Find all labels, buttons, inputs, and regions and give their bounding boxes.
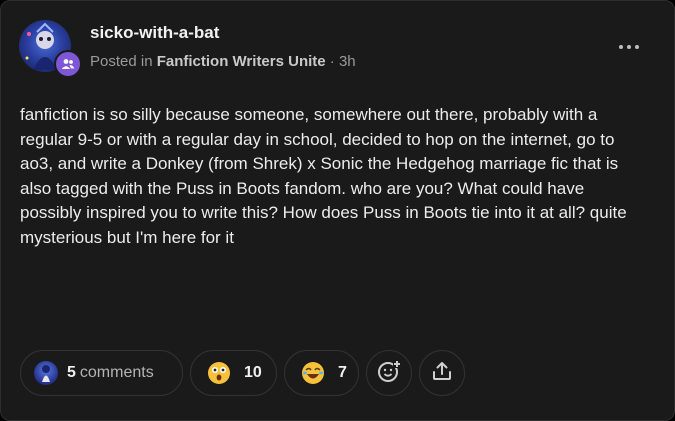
laughing-emoji-icon [302,362,324,384]
post-timestamp[interactable]: 3h [339,53,356,70]
community-icon [54,50,82,78]
author-username[interactable]: sicko-with-a-bat [90,23,219,43]
comments-button[interactable]: 5 comments [20,350,183,396]
astonished-emoji-icon [208,362,230,384]
commenter-avatar [34,361,58,385]
reaction-laughing-count: 7 [338,364,347,381]
reaction-astonished-count: 10 [244,364,262,381]
more-dot-icon [635,45,639,49]
post-meta: Posted in Fanfiction Writers Unite · 3h [90,53,356,70]
comments-label: comments [79,364,154,381]
community-link[interactable]: Fanfiction Writers Unite [157,53,326,70]
post-actions: 5 comments 10 7 [20,350,465,398]
share-icon [430,359,454,388]
share-button[interactable] [419,350,465,396]
more-dot-icon [619,45,623,49]
more-options-button[interactable] [614,37,644,57]
reaction-laughing-button[interactable]: 7 [284,350,359,396]
posted-in-label: Posted in [90,53,153,70]
reaction-astonished-button[interactable]: 10 [190,350,277,396]
more-dot-icon [627,45,631,49]
add-reaction-icon [376,358,402,389]
comments-count: 5 [67,364,76,381]
post-body: fanfiction is so silly because someone, … [20,105,627,247]
post-card: sicko-with-a-bat Posted in Fanfiction Wr… [0,0,675,421]
meta-separator: · [329,53,335,70]
add-reaction-button[interactable] [366,350,412,396]
author-avatar-group[interactable] [19,20,82,78]
